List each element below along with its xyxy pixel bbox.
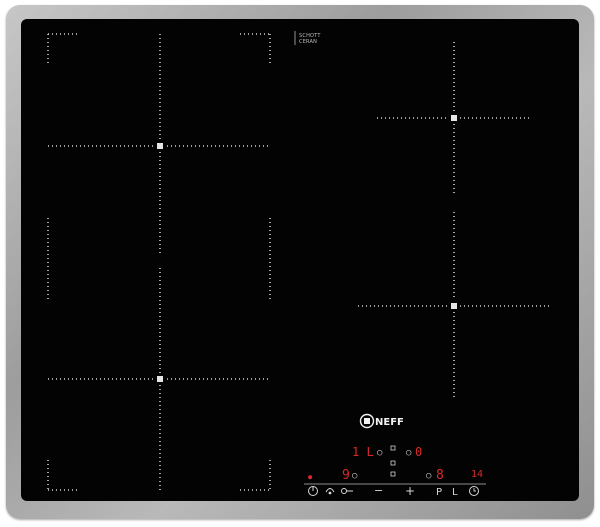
zone-indicator-icon bbox=[390, 445, 396, 451]
neff-logo: NEFF bbox=[359, 413, 404, 429]
flex-zone-button[interactable] bbox=[325, 488, 335, 495]
timer-button[interactable] bbox=[469, 486, 479, 496]
minus-button[interactable]: − bbox=[374, 484, 383, 497]
child-lock-button[interactable] bbox=[341, 488, 354, 494]
control-bar: − + P L bbox=[304, 483, 486, 498]
glass-maker-bottom: CERAN bbox=[299, 39, 317, 45]
p-button[interactable]: P bbox=[436, 487, 442, 498]
zone-center-mark bbox=[451, 115, 457, 121]
zone-indicator-icon bbox=[390, 471, 396, 477]
cooktop: .dh { stroke:#cfcfcf; stroke-width:1.6; … bbox=[0, 0, 600, 527]
zone-center-mark-upper bbox=[157, 143, 163, 149]
display-row2-mid: 8 bbox=[436, 468, 444, 483]
dot-icon: ○ bbox=[406, 448, 412, 458]
schott-ceran-mark: SCHOTT CERAN bbox=[294, 31, 321, 45]
active-dot-icon: ● bbox=[308, 473, 313, 481]
display-row2-left: 9 bbox=[342, 468, 350, 483]
display-row2-right: 14 bbox=[471, 469, 483, 480]
key-icon bbox=[341, 488, 347, 494]
right-top-zone[interactable] bbox=[377, 42, 531, 195]
l-button[interactable]: L bbox=[452, 487, 458, 498]
brand-logo-text: NEFF bbox=[375, 417, 404, 428]
display-row1-right: 0 bbox=[415, 445, 422, 459]
plus-button[interactable]: + bbox=[405, 484, 415, 498]
right-bottom-zone[interactable] bbox=[358, 212, 550, 398]
power-button[interactable] bbox=[308, 486, 318, 496]
zone-indicator-icon bbox=[390, 460, 396, 466]
flex-zone-icon bbox=[325, 488, 335, 493]
display-row1-left: 1 L bbox=[352, 445, 374, 459]
dot-icon: ○ bbox=[377, 448, 383, 458]
zone-center-mark-lower bbox=[157, 376, 163, 382]
zone-center-mark bbox=[451, 303, 457, 309]
display-row-2: ● 9 ○ ○ 8 14 bbox=[308, 460, 483, 483]
dot-icon: ○ bbox=[352, 471, 358, 481]
left-flex-zone[interactable] bbox=[47, 33, 271, 491]
hob-markings: .dh { stroke:#cfcfcf; stroke-width:1.6; … bbox=[47, 31, 550, 498]
dot-icon: ○ bbox=[426, 471, 432, 481]
display-row-1: 1 L ○ 0 ○ bbox=[352, 445, 422, 459]
